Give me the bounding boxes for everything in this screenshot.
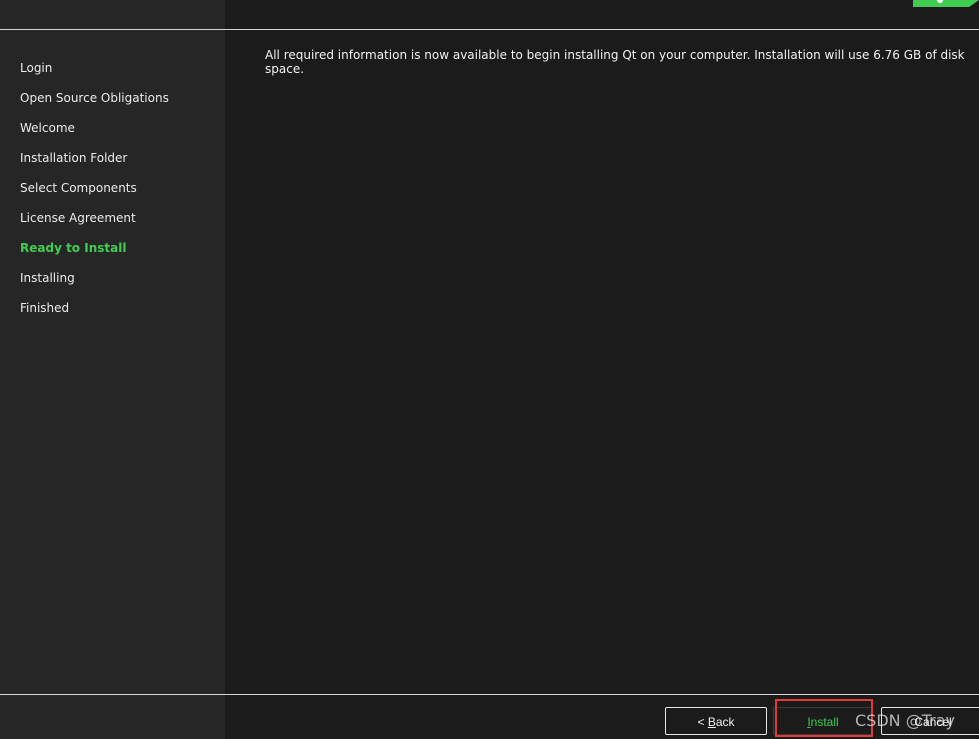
step-license-agreement: License Agreement (20, 211, 136, 225)
step-ready-to-install: Ready to Install (20, 241, 127, 255)
install-button[interactable]: Install (773, 707, 873, 735)
install-button-label-rest: nstall (810, 715, 839, 729)
footer-divider (0, 694, 979, 695)
header-divider (0, 29, 979, 30)
step-installing: Installing (20, 271, 75, 285)
ready-message: All required information is now availabl… (265, 48, 965, 76)
back-button-mnemonic: B (707, 715, 716, 729)
step-login: Login (20, 61, 53, 75)
cancel-button-label: Cancel (914, 715, 952, 729)
back-button-label-rest: ack (715, 715, 735, 729)
step-select-components: Select Components (20, 181, 137, 195)
back-button[interactable]: < Back (665, 707, 767, 735)
qt-logo-icon (913, 0, 979, 7)
cancel-button[interactable]: Cancel (881, 707, 979, 735)
step-welcome: Welcome (20, 121, 75, 135)
step-finished: Finished (20, 301, 70, 315)
back-button-prefix: < (697, 715, 708, 729)
installation-steps: Login Open Source Obligations Welcome In… (20, 60, 169, 330)
step-open-source-obligations: Open Source Obligations (20, 91, 169, 105)
sidebar: Login Open Source Obligations Welcome In… (0, 0, 225, 739)
installer-window: Login Open Source Obligations Welcome In… (0, 0, 979, 739)
step-installation-folder: Installation Folder (20, 151, 128, 165)
